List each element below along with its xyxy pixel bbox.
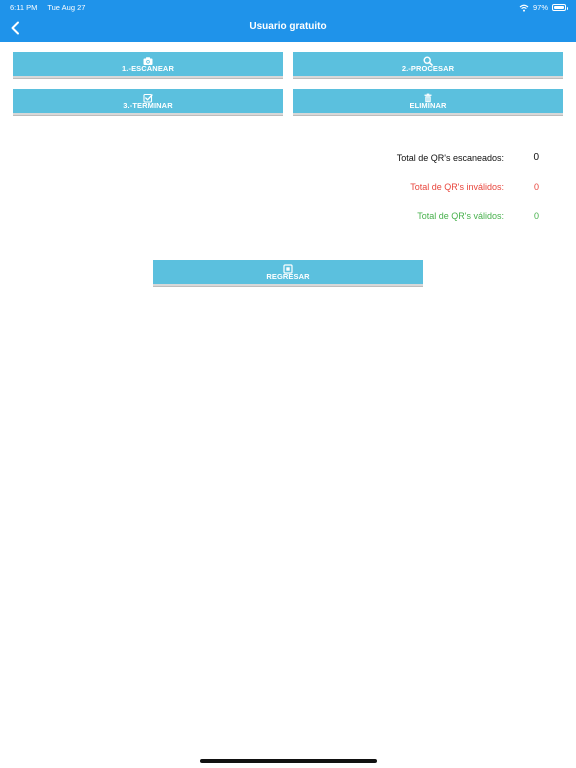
scanned-stat-value: 0 bbox=[533, 152, 539, 163]
battery-icon bbox=[552, 4, 568, 11]
invalid-stat-value: 0 bbox=[533, 182, 539, 192]
back-home-button[interactable]: REGRESAR bbox=[153, 260, 423, 286]
scan-button-label: 1.-ESCANEAR bbox=[122, 64, 174, 73]
valid-stat-value: 0 bbox=[533, 211, 539, 221]
status-right: 97% bbox=[519, 3, 568, 12]
status-bar: 6:11 PM Tue Aug 27 97% bbox=[0, 0, 576, 14]
process-button[interactable]: 2.-PROCESAR bbox=[293, 52, 563, 78]
invalid-stat-label: Total de QR's inválidos: bbox=[410, 182, 504, 192]
page-title: Usuario gratuito bbox=[249, 21, 327, 32]
status-left: 6:11 PM Tue Aug 27 bbox=[10, 3, 93, 12]
delete-button[interactable]: ELIMINAR bbox=[293, 89, 563, 115]
scan-button[interactable]: 1.-ESCANEAR bbox=[13, 52, 283, 78]
finish-button-label: 3.-TERMINAR bbox=[123, 101, 173, 110]
scanned-stat-label: Total de QR's escaneados: bbox=[396, 153, 504, 163]
home-indicator[interactable] bbox=[200, 759, 377, 763]
status-time: 6:11 PM bbox=[10, 3, 38, 12]
status-date: Tue Aug 27 bbox=[47, 3, 86, 12]
delete-button-label: ELIMINAR bbox=[409, 101, 447, 110]
process-button-label: 2.-PROCESAR bbox=[401, 64, 455, 73]
back-home-button-label: REGRESAR bbox=[266, 272, 310, 281]
battery-percent: 97% bbox=[532, 3, 548, 12]
wifi-icon bbox=[519, 4, 529, 12]
valid-stat-label: Total de QR's válidos: bbox=[417, 211, 504, 221]
top-bar: 6:11 PM Tue Aug 27 97% Usuario gratuito bbox=[0, 0, 576, 42]
finish-button[interactable]: 3.-TERMINAR bbox=[13, 89, 283, 115]
navigation-bar: Usuario gratuito bbox=[0, 14, 576, 42]
battery-fill bbox=[554, 6, 564, 9]
